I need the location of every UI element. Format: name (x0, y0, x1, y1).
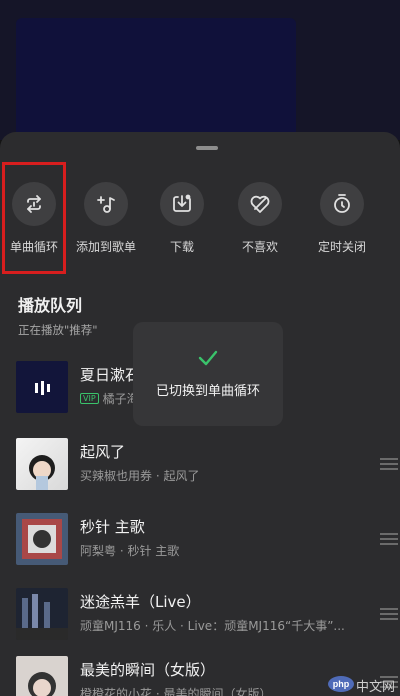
album-art-backdrop (16, 18, 296, 140)
cover-art (16, 361, 68, 413)
timer-icon (320, 182, 364, 226)
album-backdrop (0, 0, 400, 140)
dislike-button[interactable]: 不喜欢 (220, 182, 300, 255)
song-title: 最美的瞬间（女版） (80, 661, 216, 679)
list-item[interactable]: 秒针 主歌 阿梨粤 · 秒针 主歌 (0, 509, 400, 569)
check-icon (198, 350, 218, 366)
watermark-logo: php 中文网 (328, 676, 398, 695)
queue-subtitle: 正在播放"推荐" (18, 323, 98, 337)
song-title: 秒针 主歌 (80, 518, 145, 536)
song-title: 夏日漱石 (80, 366, 141, 384)
vip-badge: VIP (80, 393, 99, 404)
song-meta: 顽童MJ116 · 乐人 · Live：顽童MJ116“千大事”... (80, 619, 345, 633)
add-to-playlist-button[interactable]: 添加到歌单 (66, 182, 146, 255)
drag-handle-icon[interactable] (380, 533, 398, 545)
song-meta: 买辣椒也用券 · 起风了 (80, 469, 200, 483)
sleep-timer-button[interactable]: 定时关闭 (302, 182, 382, 255)
queue-title: 播放队列 (18, 296, 83, 315)
toast: 已切换到单曲循环 (133, 322, 283, 426)
dislike-label: 不喜欢 (241, 240, 278, 254)
list-item[interactable]: 迷途羔羊（Live） 顽童MJ116 · 乐人 · Live：顽童MJ116“千… (0, 584, 400, 644)
cover-art (16, 513, 68, 565)
song-meta: 阿梨粤 · 秒针 主歌 (80, 544, 180, 558)
song-title: 迷途羔羊（Live） (80, 593, 201, 611)
add-to-playlist-label: 添加到歌单 (75, 240, 136, 254)
watermark-badge: php (328, 676, 354, 692)
cover-art (16, 438, 68, 490)
download-label: 下载 (169, 240, 194, 254)
song-meta: 橙橙花的小花 · 最美的瞬间（女版） (80, 687, 272, 696)
playback-sheet: 单曲循环 添加到歌单 下载 不喜欢 定时关闭 播放队列 正在播放"推荐" 夏日漱… (0, 132, 400, 696)
sheet-drag-handle[interactable] (196, 146, 218, 150)
add-to-playlist-icon (84, 182, 128, 226)
song-title: 起风了 (80, 443, 126, 461)
cover-art (16, 656, 68, 696)
drag-handle-icon[interactable] (380, 608, 398, 620)
cover-art (16, 588, 68, 640)
watermark-text: 中文网 (356, 680, 396, 695)
list-item[interactable]: 起风了 买辣椒也用券 · 起风了 (0, 434, 400, 494)
repeat-one-button[interactable]: 单曲循环 (0, 182, 74, 255)
sleep-timer-label: 定时关闭 (317, 240, 366, 254)
drag-handle-icon[interactable] (380, 458, 398, 470)
download-button[interactable]: 下载 (142, 182, 222, 255)
repeat-one-icon (12, 182, 56, 226)
repeat-one-label: 单曲循环 (9, 240, 58, 254)
toast-message: 已切换到单曲循环 (155, 384, 260, 399)
download-icon (160, 182, 204, 226)
dislike-heart-icon (238, 182, 282, 226)
